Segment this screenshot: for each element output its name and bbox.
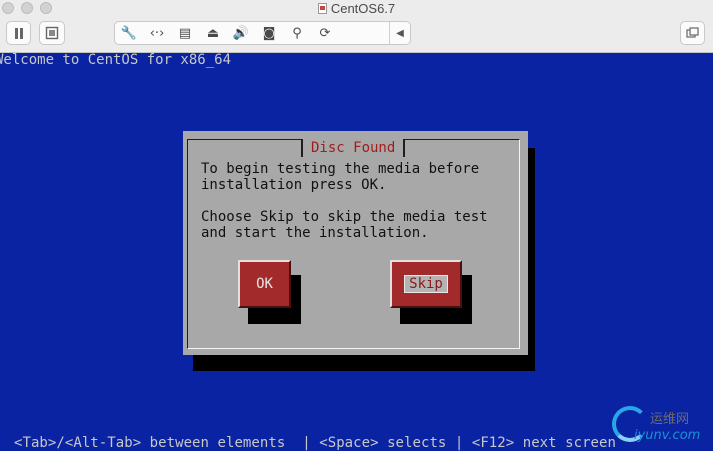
pause-button[interactable] bbox=[6, 21, 31, 45]
fullscreen-icon bbox=[685, 27, 699, 38]
welcome-text: Welcome to CentOS for x86_64 bbox=[0, 53, 232, 68]
ok-button-label: OK bbox=[256, 276, 273, 292]
collapse-arrow-icon[interactable]: ◀ bbox=[389, 22, 410, 44]
pause-icon bbox=[14, 27, 23, 39]
vm-console[interactable]: Welcome to CentOS for x86_64 Disc Found … bbox=[0, 53, 713, 451]
snapshot-icon bbox=[45, 26, 59, 40]
usb-icon[interactable]: ⚲ bbox=[283, 22, 311, 44]
camera-icon[interactable]: ◙ bbox=[255, 22, 283, 44]
window-title-area: CentOS6.7 bbox=[0, 1, 713, 16]
watermark-en: iyunv.com bbox=[634, 428, 701, 443]
skip-button-label: Skip bbox=[404, 275, 448, 293]
dialog-title: Disc Found bbox=[301, 139, 406, 157]
watermark-logo: 运维网 iyunv.com bbox=[610, 404, 713, 450]
snapshot-button[interactable] bbox=[39, 21, 65, 45]
fullscreen-button[interactable] bbox=[680, 21, 705, 45]
device-toolbar: 🔧 ‹·› ▤ ⏏ 🔊 ◙ ⚲ ⟳ ◀ bbox=[114, 21, 411, 45]
network-icon[interactable]: ‹·› bbox=[143, 22, 171, 44]
document-icon bbox=[317, 3, 327, 14]
wrench-icon[interactable]: 🔧 bbox=[115, 22, 143, 44]
status-help-line: <Tab>/<Alt-Tab> between elements | <Spac… bbox=[14, 435, 616, 451]
skip-button[interactable]: Skip bbox=[390, 260, 462, 308]
sync-icon[interactable]: ⟳ bbox=[311, 22, 339, 44]
dialog-message: To begin testing the media before instal… bbox=[201, 161, 488, 241]
harddisk-icon[interactable]: ▤ bbox=[171, 22, 199, 44]
sound-icon[interactable]: 🔊 bbox=[227, 22, 255, 44]
ok-button[interactable]: OK bbox=[238, 260, 291, 308]
cd-icon[interactable]: ⏏ bbox=[199, 22, 227, 44]
disc-found-dialog: Disc Found To begin testing the media be… bbox=[183, 131, 528, 355]
window-title: CentOS6.7 bbox=[330, 1, 396, 16]
watermark-cn: 运维网 bbox=[650, 412, 690, 427]
window-titlebar: CentOS6.7 🔧 ‹·› ▤ ⏏ 🔊 ◙ ⚲ ⟳ ◀ bbox=[0, 0, 713, 53]
